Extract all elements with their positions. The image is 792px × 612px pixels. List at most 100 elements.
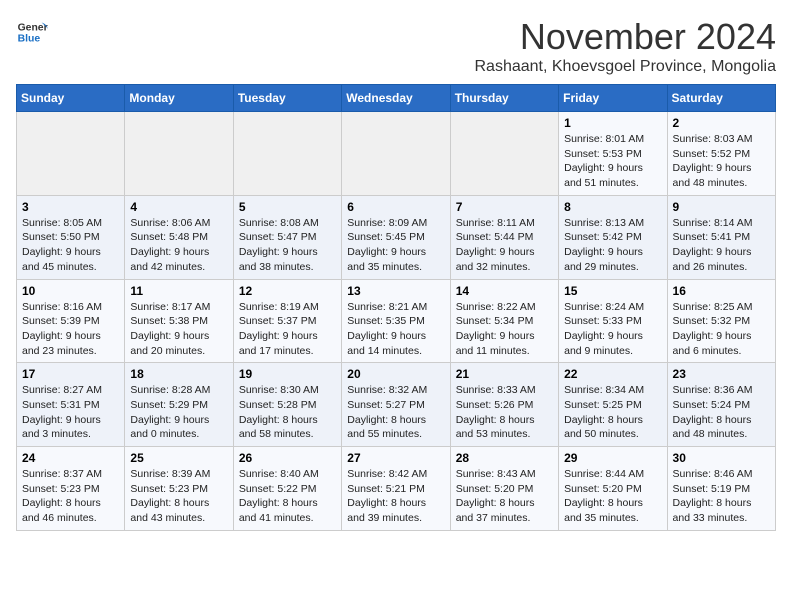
day-info: Sunrise: 8:05 AM Sunset: 5:50 PM Dayligh… [22,216,119,275]
day-number: 3 [22,200,119,214]
day-info: Sunrise: 8:17 AM Sunset: 5:38 PM Dayligh… [130,300,227,359]
location-title: Rashaant, Khoevsgoel Province, Mongolia [474,58,776,76]
day-number: 24 [22,451,119,465]
day-info: Sunrise: 8:01 AM Sunset: 5:53 PM Dayligh… [564,132,661,191]
calendar-cell: 30Sunrise: 8:46 AM Sunset: 5:19 PM Dayli… [667,447,775,531]
calendar-cell: 20 Sunrise: 8:32 AM Sunset: 5:27 PM Dayli… [342,363,450,447]
day-number: 2 [673,116,770,130]
page-header: General Blue November 2024 Rashaant, Kho… [16,16,776,76]
calendar-cell: 10Sunrise: 8:16 AM Sunset: 5:39 PM Dayli… [17,279,125,363]
calendar-cell: 15 Sunrise: 8:24 AM Sunset: 5:33 PM Dayli… [559,279,667,363]
day-info: Sunrise: 8:08 AM Sunset: 5:47 PM Dayligh… [239,216,336,275]
day-number: 11 [130,284,227,298]
day-number: 28 [456,451,553,465]
calendar-cell: 19Sunrise: 8:30 AM Sunset: 5:28 PM Dayli… [233,363,341,447]
calendar-cell: 12 Sunrise: 8:19 AM Sunset: 5:37 PM Dayli… [233,279,341,363]
day-info: Sunrise: 8:40 AM Sunset: 5:22 PM Dayligh… [239,467,336,526]
calendar-cell: 11 Sunrise: 8:17 AM Sunset: 5:38 PM Dayli… [125,279,233,363]
day-info: Sunrise: 8:06 AM Sunset: 5:48 PM Dayligh… [130,216,227,275]
day-number: 27 [347,451,444,465]
day-info: Sunrise: 8:33 AM Sunset: 5:26 PM Dayligh… [456,383,553,442]
calendar-cell: 26 Sunrise: 8:40 AM Sunset: 5:22 PM Dayli… [233,447,341,531]
day-info: Sunrise: 8:30 AM Sunset: 5:28 PM Dayligh… [239,383,336,442]
day-info: Sunrise: 8:11 AM Sunset: 5:44 PM Dayligh… [456,216,553,275]
calendar-week-row: 17Sunrise: 8:27 AM Sunset: 5:31 PM Dayli… [17,363,776,447]
day-number: 17 [22,367,119,381]
calendar-cell: 21 Sunrise: 8:33 AM Sunset: 5:26 PM Dayli… [450,363,558,447]
day-info: Sunrise: 8:39 AM Sunset: 5:23 PM Dayligh… [130,467,227,526]
calendar-cell: 17Sunrise: 8:27 AM Sunset: 5:31 PM Dayli… [17,363,125,447]
day-info: Sunrise: 8:14 AM Sunset: 5:41 PM Dayligh… [673,216,770,275]
day-number: 25 [130,451,227,465]
calendar-cell: 29 Sunrise: 8:44 AM Sunset: 5:20 PM Dayli… [559,447,667,531]
calendar-cell: 28 Sunrise: 8:43 AM Sunset: 5:20 PM Dayli… [450,447,558,531]
day-number: 14 [456,284,553,298]
calendar-cell: 6Sunrise: 8:09 AM Sunset: 5:45 PM Daylig… [342,195,450,279]
day-info: Sunrise: 8:13 AM Sunset: 5:42 PM Dayligh… [564,216,661,275]
calendar-cell: 25 Sunrise: 8:39 AM Sunset: 5:23 PM Dayli… [125,447,233,531]
calendar-week-row: 1Sunrise: 8:01 AM Sunset: 5:53 PM Daylig… [17,112,776,196]
calendar-cell: 8Sunrise: 8:13 AM Sunset: 5:42 PM Daylig… [559,195,667,279]
day-info: Sunrise: 8:19 AM Sunset: 5:37 PM Dayligh… [239,300,336,359]
calendar-cell: 3 Sunrise: 8:05 AM Sunset: 5:50 PM Daylig… [17,195,125,279]
day-info: Sunrise: 8:25 AM Sunset: 5:32 PM Dayligh… [673,300,770,359]
weekday-header: Friday [559,85,667,112]
calendar-cell: 22 Sunrise: 8:34 AM Sunset: 5:25 PM Dayli… [559,363,667,447]
calendar-cell: 1Sunrise: 8:01 AM Sunset: 5:53 PM Daylig… [559,112,667,196]
day-info: Sunrise: 8:28 AM Sunset: 5:29 PM Dayligh… [130,383,227,442]
day-info: Sunrise: 8:09 AM Sunset: 5:45 PM Dayligh… [347,216,444,275]
day-number: 18 [130,367,227,381]
day-info: Sunrise: 8:42 AM Sunset: 5:21 PM Dayligh… [347,467,444,526]
day-info: Sunrise: 8:22 AM Sunset: 5:34 PM Dayligh… [456,300,553,359]
day-number: 4 [130,200,227,214]
svg-text:Blue: Blue [18,34,41,45]
weekday-header: Monday [125,85,233,112]
day-info: Sunrise: 8:34 AM Sunset: 5:25 PM Dayligh… [564,383,661,442]
calendar-cell: 24 Sunrise: 8:37 AM Sunset: 5:23 PM Dayli… [17,447,125,531]
weekday-header: Tuesday [233,85,341,112]
calendar-cell: 9 Sunrise: 8:14 AM Sunset: 5:41 PM Daylig… [667,195,775,279]
calendar-cell [450,112,558,196]
title-block: November 2024 Rashaant, Khoevsgoel Provi… [474,16,776,76]
calendar-cell: 5 Sunrise: 8:08 AM Sunset: 5:47 PM Daylig… [233,195,341,279]
day-number: 22 [564,367,661,381]
calendar-cell: 2 Sunrise: 8:03 AM Sunset: 5:52 PM Daylig… [667,112,775,196]
calendar-cell: 13 Sunrise: 8:21 AM Sunset: 5:35 PM Dayli… [342,279,450,363]
day-number: 15 [564,284,661,298]
day-number: 29 [564,451,661,465]
weekday-header: Saturday [667,85,775,112]
weekday-header: Thursday [450,85,558,112]
calendar-cell: 16 Sunrise: 8:25 AM Sunset: 5:32 PM Dayli… [667,279,775,363]
logo-icon: General Blue [16,16,48,48]
day-number: 7 [456,200,553,214]
calendar-week-row: 3 Sunrise: 8:05 AM Sunset: 5:50 PM Daylig… [17,195,776,279]
day-number: 21 [456,367,553,381]
weekday-header: Sunday [17,85,125,112]
day-number: 16 [673,284,770,298]
calendar-cell: 27 Sunrise: 8:42 AM Sunset: 5:21 PM Dayli… [342,447,450,531]
day-number: 5 [239,200,336,214]
calendar-week-row: 24 Sunrise: 8:37 AM Sunset: 5:23 PM Dayli… [17,447,776,531]
day-number: 12 [239,284,336,298]
day-info: Sunrise: 8:37 AM Sunset: 5:23 PM Dayligh… [22,467,119,526]
day-info: Sunrise: 8:32 AM Sunset: 5:27 PM Dayligh… [347,383,444,442]
calendar-cell: 18 Sunrise: 8:28 AM Sunset: 5:29 PM Dayli… [125,363,233,447]
calendar-cell [125,112,233,196]
calendar-cell: 14 Sunrise: 8:22 AM Sunset: 5:34 PM Dayli… [450,279,558,363]
day-number: 13 [347,284,444,298]
calendar-cell: 23Sunrise: 8:36 AM Sunset: 5:24 PM Dayli… [667,363,775,447]
day-info: Sunrise: 8:16 AM Sunset: 5:39 PM Dayligh… [22,300,119,359]
day-info: Sunrise: 8:03 AM Sunset: 5:52 PM Dayligh… [673,132,770,191]
day-info: Sunrise: 8:43 AM Sunset: 5:20 PM Dayligh… [456,467,553,526]
weekday-header: Wednesday [342,85,450,112]
day-info: Sunrise: 8:21 AM Sunset: 5:35 PM Dayligh… [347,300,444,359]
day-number: 26 [239,451,336,465]
day-number: 9 [673,200,770,214]
day-number: 20 [347,367,444,381]
calendar-table: SundayMondayTuesdayWednesdayThursdayFrid… [16,84,776,531]
calendar-cell [342,112,450,196]
day-info: Sunrise: 8:44 AM Sunset: 5:20 PM Dayligh… [564,467,661,526]
day-info: Sunrise: 8:24 AM Sunset: 5:33 PM Dayligh… [564,300,661,359]
calendar-cell [17,112,125,196]
logo: General Blue [16,16,48,48]
